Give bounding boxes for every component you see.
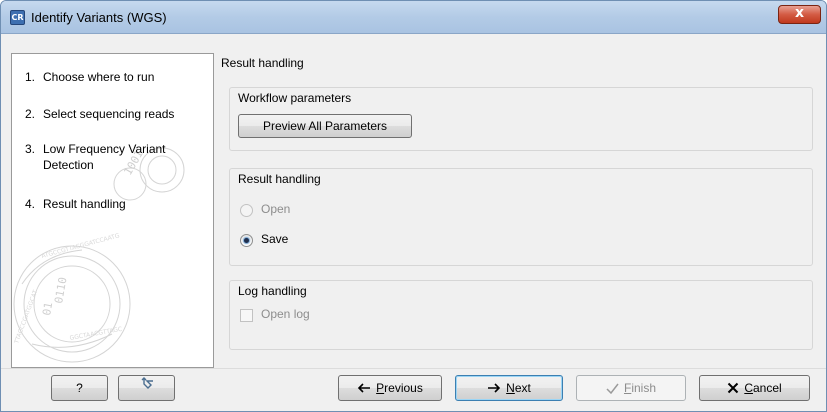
- log-handling-group: Log handling Open log: [229, 280, 813, 350]
- cancel-button[interactable]: Cancel: [699, 375, 810, 401]
- group-title: Log handling: [238, 284, 307, 298]
- step-label: Select sequencing reads: [43, 107, 175, 121]
- finish-button[interactable]: Finish: [576, 375, 686, 401]
- svg-text:0110: 0110: [52, 276, 69, 304]
- step-select-sequencing-reads: 2. Select sequencing reads: [25, 106, 210, 122]
- window-title: Identify Variants (WGS): [31, 10, 167, 25]
- step-label: Result handling: [43, 197, 126, 211]
- footer-divider: [1, 368, 826, 369]
- step-label: Low Frequency Variant Detection: [43, 142, 166, 172]
- svg-text:TTAGCCGATGGCAT: TTAGCCGATGGCAT: [13, 289, 39, 346]
- close-icon: x: [794, 5, 805, 21]
- open-radio-label: Open: [261, 202, 291, 216]
- open-log-label: Open log: [261, 307, 310, 321]
- mnemonic: C: [744, 381, 753, 395]
- svg-text:01: 01: [40, 301, 55, 316]
- step-low-frequency-variant-detection: 3. Low Frequency Variant Detection: [25, 141, 210, 173]
- close-button[interactable]: x: [778, 5, 821, 24]
- finish-label: inish: [631, 381, 657, 395]
- group-title: Result handling: [238, 172, 321, 186]
- step-number: 4.: [25, 197, 36, 211]
- mnemonic: N: [506, 381, 515, 395]
- page-title: Result handling: [221, 56, 304, 70]
- step-number: 2.: [25, 107, 36, 121]
- checkmark-icon: [606, 383, 619, 394]
- wizard-steps-panel: 1001 0110 01 ATGCCGTTACGGATCCAATG GGCTAA…: [11, 53, 214, 368]
- arrow-right-icon: [488, 383, 501, 393]
- step-result-handling: 4. Result handling: [25, 196, 210, 212]
- next-label: ext: [514, 381, 531, 395]
- step-number: 3.: [25, 142, 36, 156]
- cancel-x-icon: [728, 382, 739, 394]
- svg-text:GGCTAACGTTAGC: GGCTAACGTTAGC: [69, 326, 123, 342]
- button-label: Preview All Parameters: [262, 119, 388, 133]
- title-bar: CR Identify Variants (WGS) x: [1, 1, 826, 34]
- workflow-parameters-group: Workflow parameters Preview All Paramete…: [229, 87, 813, 151]
- previous-label: revious: [384, 381, 423, 395]
- group-title: Workflow parameters: [238, 91, 352, 105]
- mnemonic: P: [376, 381, 385, 395]
- arrow-left-icon: [358, 383, 371, 393]
- app-logo-icon: CR: [10, 10, 25, 25]
- step-number: 1.: [25, 70, 36, 84]
- open-log-checkbox[interactable]: [240, 309, 253, 322]
- step-label: Choose where to run: [43, 70, 155, 84]
- previous-button[interactable]: Previous: [338, 375, 442, 401]
- dialog-window: CR Identify Variants (WGS) x 1001 0110 0…: [0, 0, 827, 412]
- open-radio[interactable]: [240, 204, 253, 217]
- cancel-label: ancel: [752, 381, 782, 395]
- save-radio-label: Save: [261, 232, 289, 246]
- save-radio[interactable]: [240, 234, 253, 247]
- undo-arrow-icon: [141, 377, 153, 389]
- result-handling-group: Result handling Open Save: [229, 168, 813, 266]
- step-choose-where-to-run: 1. Choose where to run: [25, 69, 210, 85]
- preview-all-parameters-button[interactable]: Preview All Parameters: [238, 114, 412, 138]
- next-button[interactable]: Next: [455, 375, 563, 401]
- help-button[interactable]: ?: [51, 375, 108, 401]
- help-icon: ?: [76, 381, 83, 395]
- reset-button[interactable]: [118, 375, 175, 401]
- svg-text:ATGCCGTTACGGATCCAATG: ATGCCGTTACGGATCCAATG: [41, 232, 121, 260]
